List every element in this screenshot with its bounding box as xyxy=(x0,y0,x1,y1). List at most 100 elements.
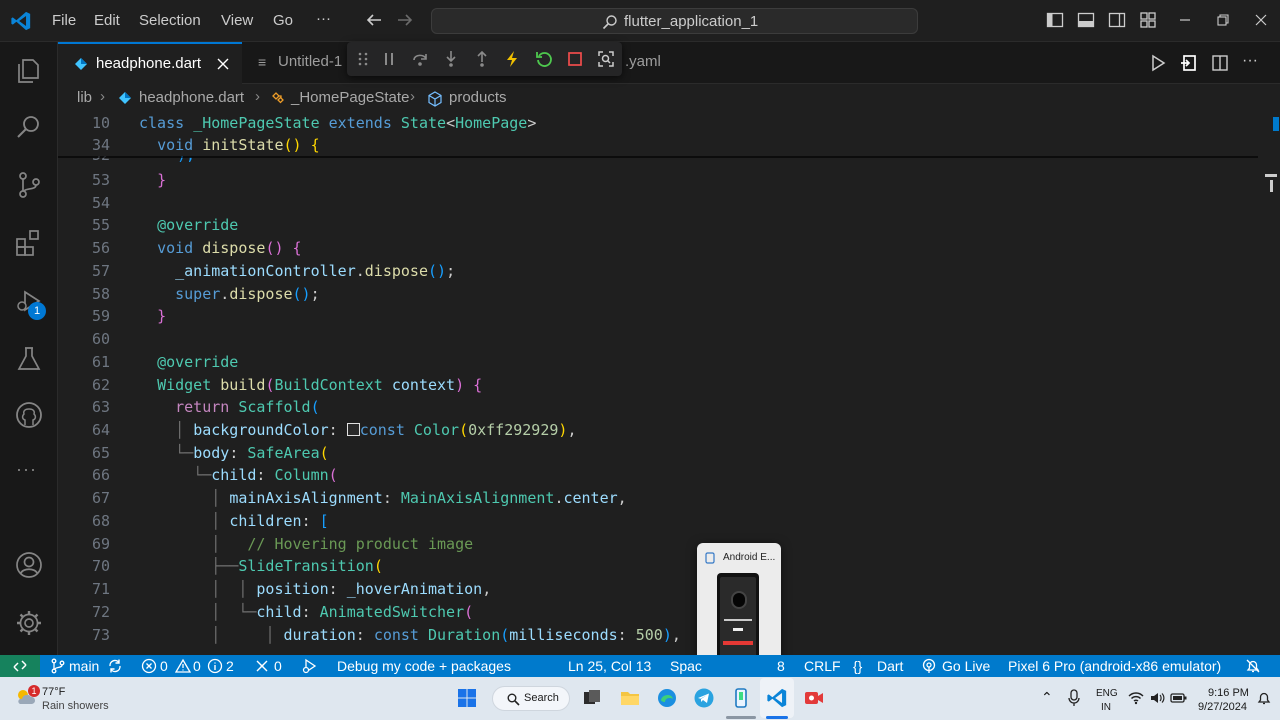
restore-icon[interactable] xyxy=(1214,11,1232,29)
task-view-icon[interactable] xyxy=(582,688,602,708)
tab-headphone-dart[interactable]: headphone.dart xyxy=(58,42,242,84)
menu-edit[interactable]: Edit xyxy=(94,12,120,29)
toggle-primary-sidebar-icon[interactable] xyxy=(1046,11,1064,29)
explorer-icon[interactable] xyxy=(14,56,44,86)
edge-browser-icon[interactable] xyxy=(656,687,678,709)
go-live-button[interactable]: Go Live xyxy=(942,658,990,674)
code-line[interactable]: 58 super.dispose(); xyxy=(58,285,1258,308)
menu-selection[interactable]: Selection xyxy=(139,12,201,29)
step-into-icon[interactable] xyxy=(442,50,460,68)
hot-restart-icon[interactable] xyxy=(535,50,553,68)
breadcrumb-class[interactable]: _HomePageState xyxy=(291,89,409,106)
remote-indicator[interactable] xyxy=(0,655,40,677)
menu-view[interactable]: View xyxy=(221,12,253,29)
git-branch-icon[interactable] xyxy=(50,658,66,674)
code-line[interactable]: 69 │ // Hovering product image xyxy=(58,535,1258,558)
menu-file[interactable]: File xyxy=(52,12,76,29)
telegram-icon[interactable] xyxy=(693,687,715,709)
breadcrumb-lib[interactable]: lib xyxy=(77,89,92,106)
info-count[interactable]: 2 xyxy=(226,658,234,674)
error-icon[interactable] xyxy=(141,658,157,674)
error-count[interactable]: 0 xyxy=(160,658,168,674)
breadcrumb-file[interactable]: headphone.dart xyxy=(139,89,244,106)
notifications-icon[interactable] xyxy=(1245,658,1261,674)
taskbar-preview-popup[interactable]: Android E... xyxy=(697,543,781,667)
testing-flask-icon[interactable] xyxy=(14,344,44,374)
drag-handle-icon[interactable] xyxy=(357,51,369,67)
menu-more[interactable]: ··· xyxy=(316,10,331,27)
inspect-widget-icon[interactable] xyxy=(597,50,615,68)
code-line[interactable]: 68 │ children: [ xyxy=(58,512,1258,535)
code-line[interactable]: 72 │ └─child: AnimatedSwitcher( xyxy=(58,603,1258,626)
file-explorer-icon[interactable] xyxy=(619,687,641,709)
search-view-icon[interactable] xyxy=(14,112,44,142)
chevron-up-icon[interactable]: ⌃ xyxy=(1041,689,1053,706)
code-line[interactable]: 62 Widget build(BuildContext context) { xyxy=(58,376,1258,399)
step-out-icon[interactable] xyxy=(473,50,491,68)
code-line[interactable]: 56 void dispose() { xyxy=(58,239,1258,262)
code-line[interactable]: 65 └─body: SafeArea( xyxy=(58,444,1258,467)
pause-icon[interactable] xyxy=(380,50,398,68)
code-line[interactable]: 59 } xyxy=(58,307,1258,330)
more-views-icon[interactable]: ··· xyxy=(16,459,37,480)
code-line[interactable]: 73 │ │ duration: const Duration(millisec… xyxy=(58,626,1258,649)
windows-start-icon[interactable] xyxy=(457,688,477,708)
customize-layout-icon[interactable] xyxy=(1139,11,1157,29)
device-selector[interactable]: Pixel 6 Pro (android-x86 emulator) xyxy=(1008,658,1221,674)
temperature[interactable]: 77°F xyxy=(42,686,65,698)
debug-config-icon[interactable] xyxy=(302,658,318,674)
wifi-icon[interactable] xyxy=(1128,690,1144,706)
code-line[interactable]: 71 │ │ position: _hoverAnimation, xyxy=(58,580,1258,603)
close-tab-icon[interactable] xyxy=(216,57,230,71)
code-line[interactable]: 60 xyxy=(58,330,1258,353)
hot-reload-icon[interactable] xyxy=(503,50,521,68)
clock-date[interactable]: 9/27/2024 xyxy=(1198,701,1247,713)
more-actions-icon[interactable]: ··· xyxy=(1242,52,1258,70)
code-line[interactable]: 64 │ backgroundColor: const Color(0xff29… xyxy=(58,421,1258,444)
forward-arrow-icon[interactable] xyxy=(396,11,414,29)
encoding-label[interactable]: 8 xyxy=(777,658,785,674)
battery-icon[interactable] xyxy=(1170,690,1188,706)
menu-go[interactable]: Go xyxy=(273,12,293,29)
code-line[interactable]: 53 } xyxy=(58,171,1258,194)
code-line[interactable]: 61 @override xyxy=(58,353,1258,376)
stop-icon[interactable] xyxy=(566,50,584,68)
github-icon[interactable] xyxy=(14,400,44,430)
flutter-devtools-icon[interactable] xyxy=(1180,54,1198,72)
settings-gear-icon[interactable] xyxy=(14,608,44,638)
code-line[interactable]: 57 _animationController.dispose(); xyxy=(58,262,1258,285)
indentation-label[interactable]: Spac xyxy=(670,658,702,674)
microphone-icon[interactable] xyxy=(1067,689,1081,707)
back-arrow-icon[interactable] xyxy=(365,11,383,29)
debug-mode-label[interactable]: Debug my code + packages xyxy=(337,658,511,674)
info-icon[interactable] xyxy=(207,658,223,674)
command-center-search[interactable]: flutter_application_1 xyxy=(431,8,918,34)
toggle-secondary-sidebar-icon[interactable] xyxy=(1108,11,1126,29)
weather-condition[interactable]: Rain showers xyxy=(42,700,109,712)
git-branch-label[interactable]: main xyxy=(69,658,99,674)
ports-count[interactable]: 0 xyxy=(274,658,282,674)
taskbar-search[interactable]: Search xyxy=(492,686,570,711)
warning-icon[interactable] xyxy=(175,658,191,674)
cursor-position[interactable]: Ln 25, Col 13 xyxy=(568,658,651,674)
minimize-icon[interactable] xyxy=(1176,11,1194,29)
clock-time[interactable]: 9:16 PM xyxy=(1208,687,1249,699)
ports-icon[interactable] xyxy=(254,658,270,674)
breadcrumb-symbol[interactable]: products xyxy=(449,89,507,106)
android-emulator-icon[interactable] xyxy=(730,687,752,709)
tab-yaml[interactable]: .yaml xyxy=(620,42,680,84)
sync-icon[interactable] xyxy=(107,658,123,674)
run-icon[interactable] xyxy=(1149,54,1167,72)
tab-untitled-1[interactable]: ≡ Untitled-1 xyxy=(244,42,354,84)
screen-recorder-icon[interactable] xyxy=(803,687,825,709)
warning-count[interactable]: 0 xyxy=(193,658,201,674)
code-line[interactable]: 63 return Scaffold( xyxy=(58,398,1258,421)
code-line[interactable]: 66 └─child: Column( xyxy=(58,466,1258,489)
language-secondary[interactable]: IN xyxy=(1101,702,1111,713)
close-icon[interactable] xyxy=(1252,11,1270,29)
step-over-icon[interactable] xyxy=(411,50,429,68)
code-line[interactable]: 67 │ mainAxisAlignment: MainAxisAlignmen… xyxy=(58,489,1258,512)
vscode-logo-icon[interactable] xyxy=(10,10,32,32)
eol-label[interactable]: CRLF xyxy=(804,658,841,674)
code-editor[interactable]: 52 ); 53 }5455 @override56 void dispose(… xyxy=(58,110,1280,655)
